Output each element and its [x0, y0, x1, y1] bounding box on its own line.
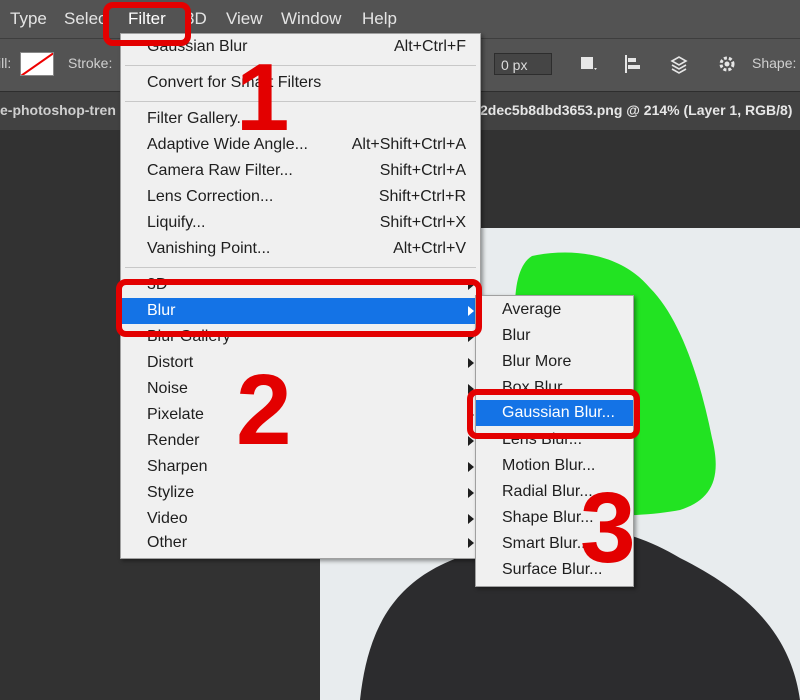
menu-item-pixelate[interactable]: Pixelate: [121, 402, 480, 428]
gear-icon[interactable]: [716, 53, 738, 75]
annotation-step-3: 3: [580, 472, 636, 584]
menu-item-sharpen[interactable]: Sharpen: [121, 454, 480, 480]
menu-item-vanishing-point[interactable]: Vanishing Point... Alt+Ctrl+V: [121, 236, 480, 262]
menu-separator: [125, 267, 476, 268]
menu-item-render[interactable]: Render: [121, 428, 480, 454]
menu-type[interactable]: Type: [10, 0, 47, 38]
menu-item-other[interactable]: Other: [121, 530, 480, 556]
menu-separator: [125, 65, 476, 66]
menu-item-video[interactable]: Video: [121, 506, 480, 532]
path-alignment-icon[interactable]: [622, 53, 644, 75]
document-tab-inactive[interactable]: e-photoshop-tren: [0, 102, 116, 118]
stroke-label: Stroke:: [68, 55, 113, 71]
submenu-item-blur-more[interactable]: Blur More: [476, 349, 633, 375]
annotation-step-2: 2: [236, 354, 292, 466]
menu-item-distort[interactable]: Distort: [121, 350, 480, 376]
menu-item-lens-correction[interactable]: Lens Correction... Shift+Ctrl+R: [121, 184, 480, 210]
path-operations-icon[interactable]: [578, 53, 600, 75]
annotation-step-1: 1: [236, 44, 290, 151]
menu-select[interactable]: Select: [64, 0, 104, 38]
document-tab-active[interactable]: 2dec5b8dbd3653.png @ 214% (Layer 1, RGB/…: [480, 102, 792, 118]
menu-item-convert-smart-filters[interactable]: Convert for Smart Filters: [121, 70, 480, 96]
menu-item-filter-gallery[interactable]: Filter Gallery...: [121, 106, 480, 132]
menu-item-camera-raw[interactable]: Camera Raw Filter... Shift+Ctrl+A: [121, 158, 480, 184]
submenu-item-average[interactable]: Average: [476, 297, 633, 323]
submenu-item-blur[interactable]: Blur: [476, 323, 633, 349]
menu-item-adaptive-wide-angle[interactable]: Adaptive Wide Angle... Alt+Shift+Ctrl+A: [121, 132, 480, 158]
menu-item-liquify[interactable]: Liquify... Shift+Ctrl+X: [121, 210, 480, 236]
annotation-box-gaussian: [467, 389, 640, 439]
annotation-box-filter: [103, 2, 191, 46]
menu-item-stylize[interactable]: Stylize: [121, 480, 480, 506]
path-arrangement-icon[interactable]: [668, 53, 690, 75]
annotation-box-blur: [116, 279, 482, 337]
width-input[interactable]: 0 px: [494, 53, 552, 75]
shape-label: Shape:: [752, 55, 797, 71]
fill-label: ill:: [0, 55, 12, 71]
menu-item-noise[interactable]: Noise: [121, 376, 480, 402]
menu-separator: [125, 101, 476, 102]
fill-swatch[interactable]: [20, 52, 54, 76]
